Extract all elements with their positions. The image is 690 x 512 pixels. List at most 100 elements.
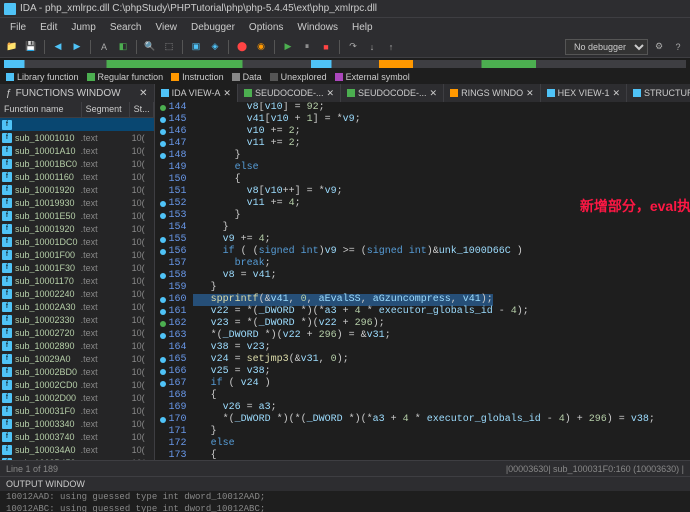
function-row[interactable]: fsub_10001BC0.text10( — [0, 157, 154, 170]
function-row[interactable]: fsub_10001F30.text10( — [0, 261, 154, 274]
binary-icon[interactable]: ◧ — [115, 39, 131, 55]
code-line[interactable]: 164 v38 = v23; — [155, 342, 690, 354]
run-icon[interactable]: ▶ — [280, 39, 296, 55]
code-line[interactable]: 161 v22 = *(_DWORD *)(*a3 + 4 * executor… — [155, 306, 690, 318]
editor-tab[interactable]: IDA VIEW-A ✕ — [155, 84, 238, 102]
editor-tab[interactable]: RINGS WINDO ✕ — [444, 84, 541, 102]
search-text-icon[interactable]: 🔍 — [142, 39, 158, 55]
menu-edit[interactable]: Edit — [34, 20, 63, 35]
function-row[interactable]: fsub_10002BD0.text10( — [0, 365, 154, 378]
code-view[interactable]: 144 v8[v10] = 92;145 v41[v10 + 1] = *v9;… — [155, 102, 690, 460]
menu-search[interactable]: Search — [104, 20, 148, 35]
code-line[interactable]: 169 v26 = a3; — [155, 402, 690, 414]
code-line[interactable]: 159 } — [155, 282, 690, 294]
code-line[interactable]: 150 { — [155, 174, 690, 186]
stop-icon[interactable]: ⬤ — [234, 39, 250, 55]
close-icon[interactable]: ✕ — [526, 88, 534, 99]
function-row[interactable]: f — [0, 118, 154, 131]
function-row[interactable]: fsub_10001170.text10( — [0, 274, 154, 287]
navigation-band[interactable] — [4, 60, 686, 68]
col-name[interactable]: Function name — [0, 102, 82, 117]
col-segment[interactable]: Segment — [82, 102, 130, 117]
function-row[interactable]: fsub_10001160.text10( — [0, 170, 154, 183]
close-icon[interactable]: ✕ — [430, 88, 438, 99]
close-icon[interactable]: ✕ — [326, 88, 334, 99]
debugger-select[interactable]: No debugger — [565, 39, 648, 55]
menu-options[interactable]: Options — [243, 20, 289, 35]
stepinto-icon[interactable]: ↓ — [364, 39, 380, 55]
cfg-icon[interactable]: ⚙ — [651, 39, 667, 55]
functions-list[interactable]: ffsub_10001010.text10(fsub_10001A10.text… — [0, 118, 154, 460]
menu-view[interactable]: View — [150, 20, 184, 35]
code-line[interactable]: 173 { — [155, 450, 690, 460]
editor-tab[interactable]: SEUDOCODE-... ✕ — [341, 84, 444, 102]
function-row[interactable]: fsub_10019930.text10( — [0, 196, 154, 209]
bp-icon[interactable]: ◉ — [253, 39, 269, 55]
code-line[interactable]: 148 } — [155, 150, 690, 162]
code-line[interactable]: 162 v23 = *(_DWORD *)(v22 + 296); — [155, 318, 690, 330]
stop2-icon[interactable]: ■ — [318, 39, 334, 55]
fwd-icon[interactable]: ▶ — [69, 39, 85, 55]
code-line[interactable]: 167 if ( v24 ) — [155, 378, 690, 390]
open-icon[interactable]: 📁 — [4, 39, 20, 55]
function-row[interactable]: fsub_10002330.text10( — [0, 313, 154, 326]
close-icon[interactable]: ✕ — [223, 88, 231, 99]
menu-file[interactable]: File — [4, 20, 32, 35]
code-line[interactable]: 154 } — [155, 222, 690, 234]
editor-tab[interactable]: HEX VIEW-1 ✕ — [541, 84, 627, 102]
menu-windows[interactable]: Windows — [291, 20, 344, 35]
code-line[interactable]: 152 v11 += 4; — [155, 198, 690, 210]
function-row[interactable]: fsub_10003740.text10( — [0, 430, 154, 443]
function-row[interactable]: fsub_10001E50.text10( — [0, 209, 154, 222]
code-line[interactable]: 172 else — [155, 438, 690, 450]
code-line[interactable]: 145 v41[v10 + 1] = *v9; — [155, 114, 690, 126]
step-icon[interactable]: ↷ — [345, 39, 361, 55]
stepout-icon[interactable]: ↑ — [383, 39, 399, 55]
code-line[interactable]: 147 v11 += 2; — [155, 138, 690, 150]
col-start[interactable]: St... — [130, 102, 154, 117]
function-row[interactable]: fsub_10001920.text10( — [0, 183, 154, 196]
function-row[interactable]: fsub_100034A0.text10( — [0, 443, 154, 456]
function-row[interactable]: fsub_10001DC0.text10( — [0, 235, 154, 248]
search-hex-icon[interactable]: ⬚ — [161, 39, 177, 55]
function-row[interactable]: fsub_1003B450.text10( — [0, 456, 154, 460]
code-line[interactable]: 166 v25 = v38; — [155, 366, 690, 378]
menu-help[interactable]: Help — [346, 20, 379, 35]
text-icon[interactable]: A — [96, 39, 112, 55]
help-icon[interactable]: ? — [670, 39, 686, 55]
function-row[interactable]: fsub_10003340.text10( — [0, 417, 154, 430]
function-row[interactable]: fsub_10002A30.text10( — [0, 300, 154, 313]
function-row[interactable]: fsub_100031F0.text10( — [0, 404, 154, 417]
function-row[interactable]: fsub_10001F00.text10( — [0, 248, 154, 261]
function-row[interactable]: fsub_10002CD0.text10( — [0, 378, 154, 391]
pause-icon[interactable]: ⏸ — [299, 39, 315, 55]
editor-tab[interactable]: SEUDOCODE-... ✕ — [238, 84, 341, 102]
function-row[interactable]: fsub_10001010.text10( — [0, 131, 154, 144]
editor-tab[interactable]: STRUCTURES ✕ — [627, 84, 690, 102]
back-icon[interactable]: ◀ — [50, 39, 66, 55]
code-line[interactable]: 151 v8[v10++] = *v9; — [155, 186, 690, 198]
function-row[interactable]: fsub_10001920.text10( — [0, 222, 154, 235]
graph-icon[interactable]: ▣ — [188, 39, 204, 55]
code-line[interactable]: 171 } — [155, 426, 690, 438]
code-line[interactable]: 146 v10 += 2; — [155, 126, 690, 138]
function-row[interactable]: fsub_10002890.text10( — [0, 339, 154, 352]
code-line[interactable]: 165 v24 = setjmp3(&v31, 0); — [155, 354, 690, 366]
code-line[interactable]: 144 v8[v10] = 92; — [155, 102, 690, 114]
function-row[interactable]: fsub_10001A10.text10( — [0, 144, 154, 157]
function-row[interactable]: fsub_10002240.text10( — [0, 287, 154, 300]
code-line[interactable]: 153 } — [155, 210, 690, 222]
close-icon[interactable]: ✕ — [613, 88, 621, 99]
code-line[interactable]: 158 v8 = v41; — [155, 270, 690, 282]
function-row[interactable]: fsub_10002720.text10( — [0, 326, 154, 339]
save-icon[interactable]: 💾 — [23, 39, 39, 55]
proximity-icon[interactable]: ◈ — [207, 39, 223, 55]
menu-debugger[interactable]: Debugger — [185, 20, 241, 35]
menu-jump[interactable]: Jump — [65, 20, 101, 35]
code-line[interactable]: 160 spprintf(&v41, 0, aEvalSS, aGzuncomp… — [155, 294, 690, 306]
code-line[interactable]: 157 break; — [155, 258, 690, 270]
code-line[interactable]: 168 { — [155, 390, 690, 402]
code-line[interactable]: 163 *(_DWORD *)(v22 + 296) = &v31; — [155, 330, 690, 342]
function-row[interactable]: fsub_10002D00.text10( — [0, 391, 154, 404]
code-line[interactable]: 149 else — [155, 162, 690, 174]
